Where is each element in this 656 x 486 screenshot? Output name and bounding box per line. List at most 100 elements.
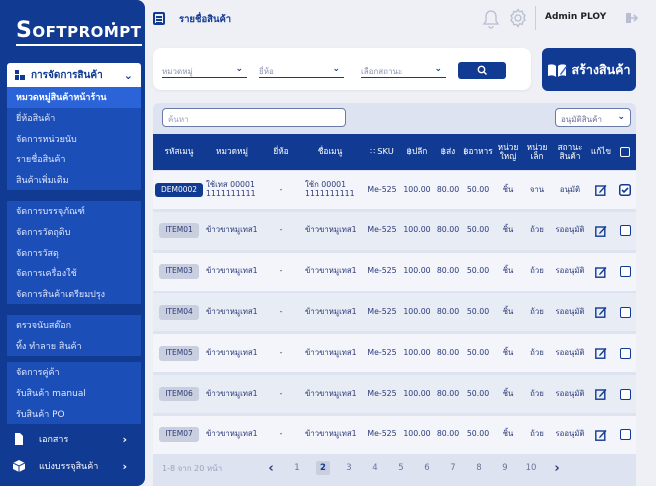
table-row[interactable]: ITEM03 ข้าวขาหมูเทส1 - ข้าวขาหมูเทส1 Me-525 1… (153, 252, 636, 291)
checkbox-box (619, 347, 631, 359)
page-number[interactable]: 8 (466, 463, 492, 473)
table-row[interactable]: DEM0002 ใช้เทส 00001 1111111111 - ใช้ก 0000… (153, 171, 636, 209)
sidebar-item-packaging[interactable]: จัดการบรรจุภัณฑ์ (7, 201, 141, 222)
page-number[interactable]: 10 (518, 463, 544, 473)
page-number[interactable]: 3 (336, 463, 362, 473)
checkbox-box (619, 225, 631, 237)
cell-p1: 100.00 (403, 225, 431, 235)
edit-button[interactable] (589, 416, 613, 454)
page-number[interactable]: 5 (388, 463, 414, 473)
col-sku: ∷ SKU (365, 134, 399, 170)
cell-p1: 100.00 (403, 266, 431, 276)
edit-button[interactable] (589, 212, 613, 250)
table-row[interactable]: ITEM05 ข้าวขาหมูเทส1 - ข้าวขาหมูเทส1 Me-525 1… (153, 334, 636, 373)
cell-p3: 50.00 (466, 306, 490, 316)
cell-category: ข้าวขาหมูเทส1 (206, 306, 258, 316)
sidebar-item-partners[interactable]: จัดการคู่ค้า (7, 362, 141, 383)
brand-select[interactable]: ยี่ห้อ ⌄ (259, 62, 344, 78)
table-row[interactable]: ITEM01 ข้าวขาหมูเทส1 - ข้าวขาหมูเทส1 Me-525 1… (153, 211, 636, 250)
page-number[interactable]: 7 (440, 463, 466, 473)
col-price-wholesale-label: ส่ง (446, 146, 456, 157)
edit-button[interactable] (589, 171, 613, 209)
cell-p3: 50.00 (466, 347, 490, 357)
cell-sku: Me-525 (367, 225, 397, 235)
sidebar-group-materials: จัดการบรรจุภัณฑ์ จัดการวัตถุดิบ จัดการวั… (7, 201, 141, 305)
sidebar-nav-documents[interactable]: เอกสาร › (0, 428, 145, 450)
search-button[interactable] (458, 62, 506, 79)
page-title: รายชื่อสินค้า (179, 14, 232, 25)
status-select-label: เลือกสถานะ (361, 67, 403, 76)
sidebar-item-brands[interactable]: ยี่ห้อสินค้า (7, 108, 141, 129)
col-price-food: ฿อาหาร (462, 134, 494, 170)
sidebar-item-receive-manual[interactable]: รับสินค้า manual (7, 383, 141, 404)
row-checkbox[interactable] (617, 253, 633, 291)
sidebar-section-products[interactable]: การจัดการสินค้า ⌄ (7, 63, 141, 87)
row-checkbox[interactable] (617, 334, 633, 372)
cell-status: รออนุมัติ (555, 388, 585, 398)
create-product-button[interactable]: สร้างสินค้า (542, 48, 636, 91)
edit-button[interactable] (589, 253, 613, 291)
table-row[interactable]: ITEM04 ข้าวขาหมูเทส1 - ข้าวขาหมูเทส1 Me-525 1… (153, 293, 636, 332)
checkbox-box (619, 306, 631, 318)
col-edit: แก้ไข (590, 146, 612, 157)
brand-logo[interactable]: SOFTPROMPT (16, 16, 142, 48)
sidebar-item-store-categories[interactable]: หมวดหมู่สินค้าหน้าร้าน (7, 87, 141, 108)
col-sku-label: SKU (377, 146, 394, 157)
category-select[interactable]: หมวดหมู่ ⌄ (162, 62, 247, 78)
cell-status: อนุมัติ (559, 184, 581, 194)
sidebar-item-dispose[interactable]: ทิ้ง ทำลาย สินค้า (7, 336, 141, 357)
row-checkbox[interactable] (617, 375, 633, 413)
product-code-badge: ITEM06 (159, 386, 199, 402)
prev-page-icon[interactable]: ‹ (258, 461, 284, 476)
logout-icon[interactable] (625, 11, 639, 25)
list-document-icon (153, 12, 165, 25)
row-checkbox[interactable] (617, 293, 633, 331)
sidebar-item-units[interactable]: จัดการหน่วยนับ (7, 128, 141, 149)
edit-button[interactable] (589, 334, 613, 372)
search-icon (477, 65, 487, 75)
row-checkbox[interactable] (617, 416, 633, 454)
col-status: สถานะ สินค้า (557, 141, 583, 161)
next-page-icon[interactable]: › (544, 461, 570, 476)
gear-icon[interactable] (508, 8, 528, 28)
edit-button[interactable] (589, 375, 613, 413)
select-all-checkbox[interactable] (617, 134, 633, 170)
sidebar-item-receive-po[interactable]: รับสินค้า PO (7, 403, 141, 424)
sidebar-item-stock-count[interactable]: ตรวจนับสต๊อก (7, 315, 141, 336)
user-name[interactable]: Admin PLOY (545, 12, 606, 22)
sidebar-item-extra-products[interactable]: สินค้าเพิ่มเติม (7, 170, 141, 191)
col-category: หมวดหมู่ (216, 146, 248, 157)
status-select[interactable]: เลือกสถานะ ⌄ (361, 62, 446, 78)
cell-p1: 100.00 (403, 429, 431, 439)
table-row[interactable]: ITEM07 ข้าวขาหมูเทส1 - ข้าวขาหมูเทส1 Me-525 1… (153, 415, 636, 454)
cell-code: ITEM07 (157, 416, 201, 454)
edit-button[interactable] (589, 293, 613, 331)
cell-status: รออนุมัติ (555, 266, 585, 276)
edit-icon (595, 185, 607, 196)
sidebar-nav-repack[interactable]: แบ่งบรรจุสินค้า › (0, 455, 145, 477)
page-number[interactable]: 9 (492, 463, 518, 473)
sidebar-item-utensils[interactable]: จัดการเครื่องใช้ (7, 263, 141, 284)
row-checkbox[interactable] (617, 171, 633, 209)
page-number[interactable]: 2 (316, 461, 330, 475)
edit-icon (595, 307, 607, 319)
row-checkbox[interactable] (617, 212, 633, 250)
cell-status: รออนุมัติ (555, 429, 585, 439)
page-number[interactable]: 4 (362, 463, 388, 473)
table-row[interactable]: ITEM06 ข้าวขาหมูเทส1 - ข้าวขาหมูเทส1 Me-525 1… (153, 375, 636, 413)
col-menu-name: ชื่อเมนู (317, 146, 343, 157)
cell-unit-small: จาน (529, 184, 545, 194)
col-price-wholesale: ฿ส่ง (434, 134, 462, 170)
product-code-badge: ITEM04 (159, 305, 199, 320)
sidebar-item-prep-products[interactable]: จัดการสินค้าเตรียมปรุง (7, 284, 141, 305)
cell-menu-name: ข้าวขาหมูเทส1 (305, 347, 357, 357)
product-code-badge: ITEM03 (159, 264, 199, 279)
bell-icon[interactable] (482, 9, 500, 29)
page-number[interactable]: 6 (414, 463, 440, 473)
table-search-input[interactable]: ค้นหา (162, 108, 346, 127)
page-number[interactable]: 1 (284, 463, 310, 473)
sidebar-item-raw-materials[interactable]: จัดการวัตถุดิบ (7, 222, 141, 243)
approval-filter-select[interactable]: อนุมัติสินค้า ⌄ (555, 108, 631, 127)
sidebar-item-product-list[interactable]: รายชื่อสินค้า (7, 149, 141, 170)
sidebar-item-supplies[interactable]: จัดการวัสดุ (7, 242, 141, 263)
